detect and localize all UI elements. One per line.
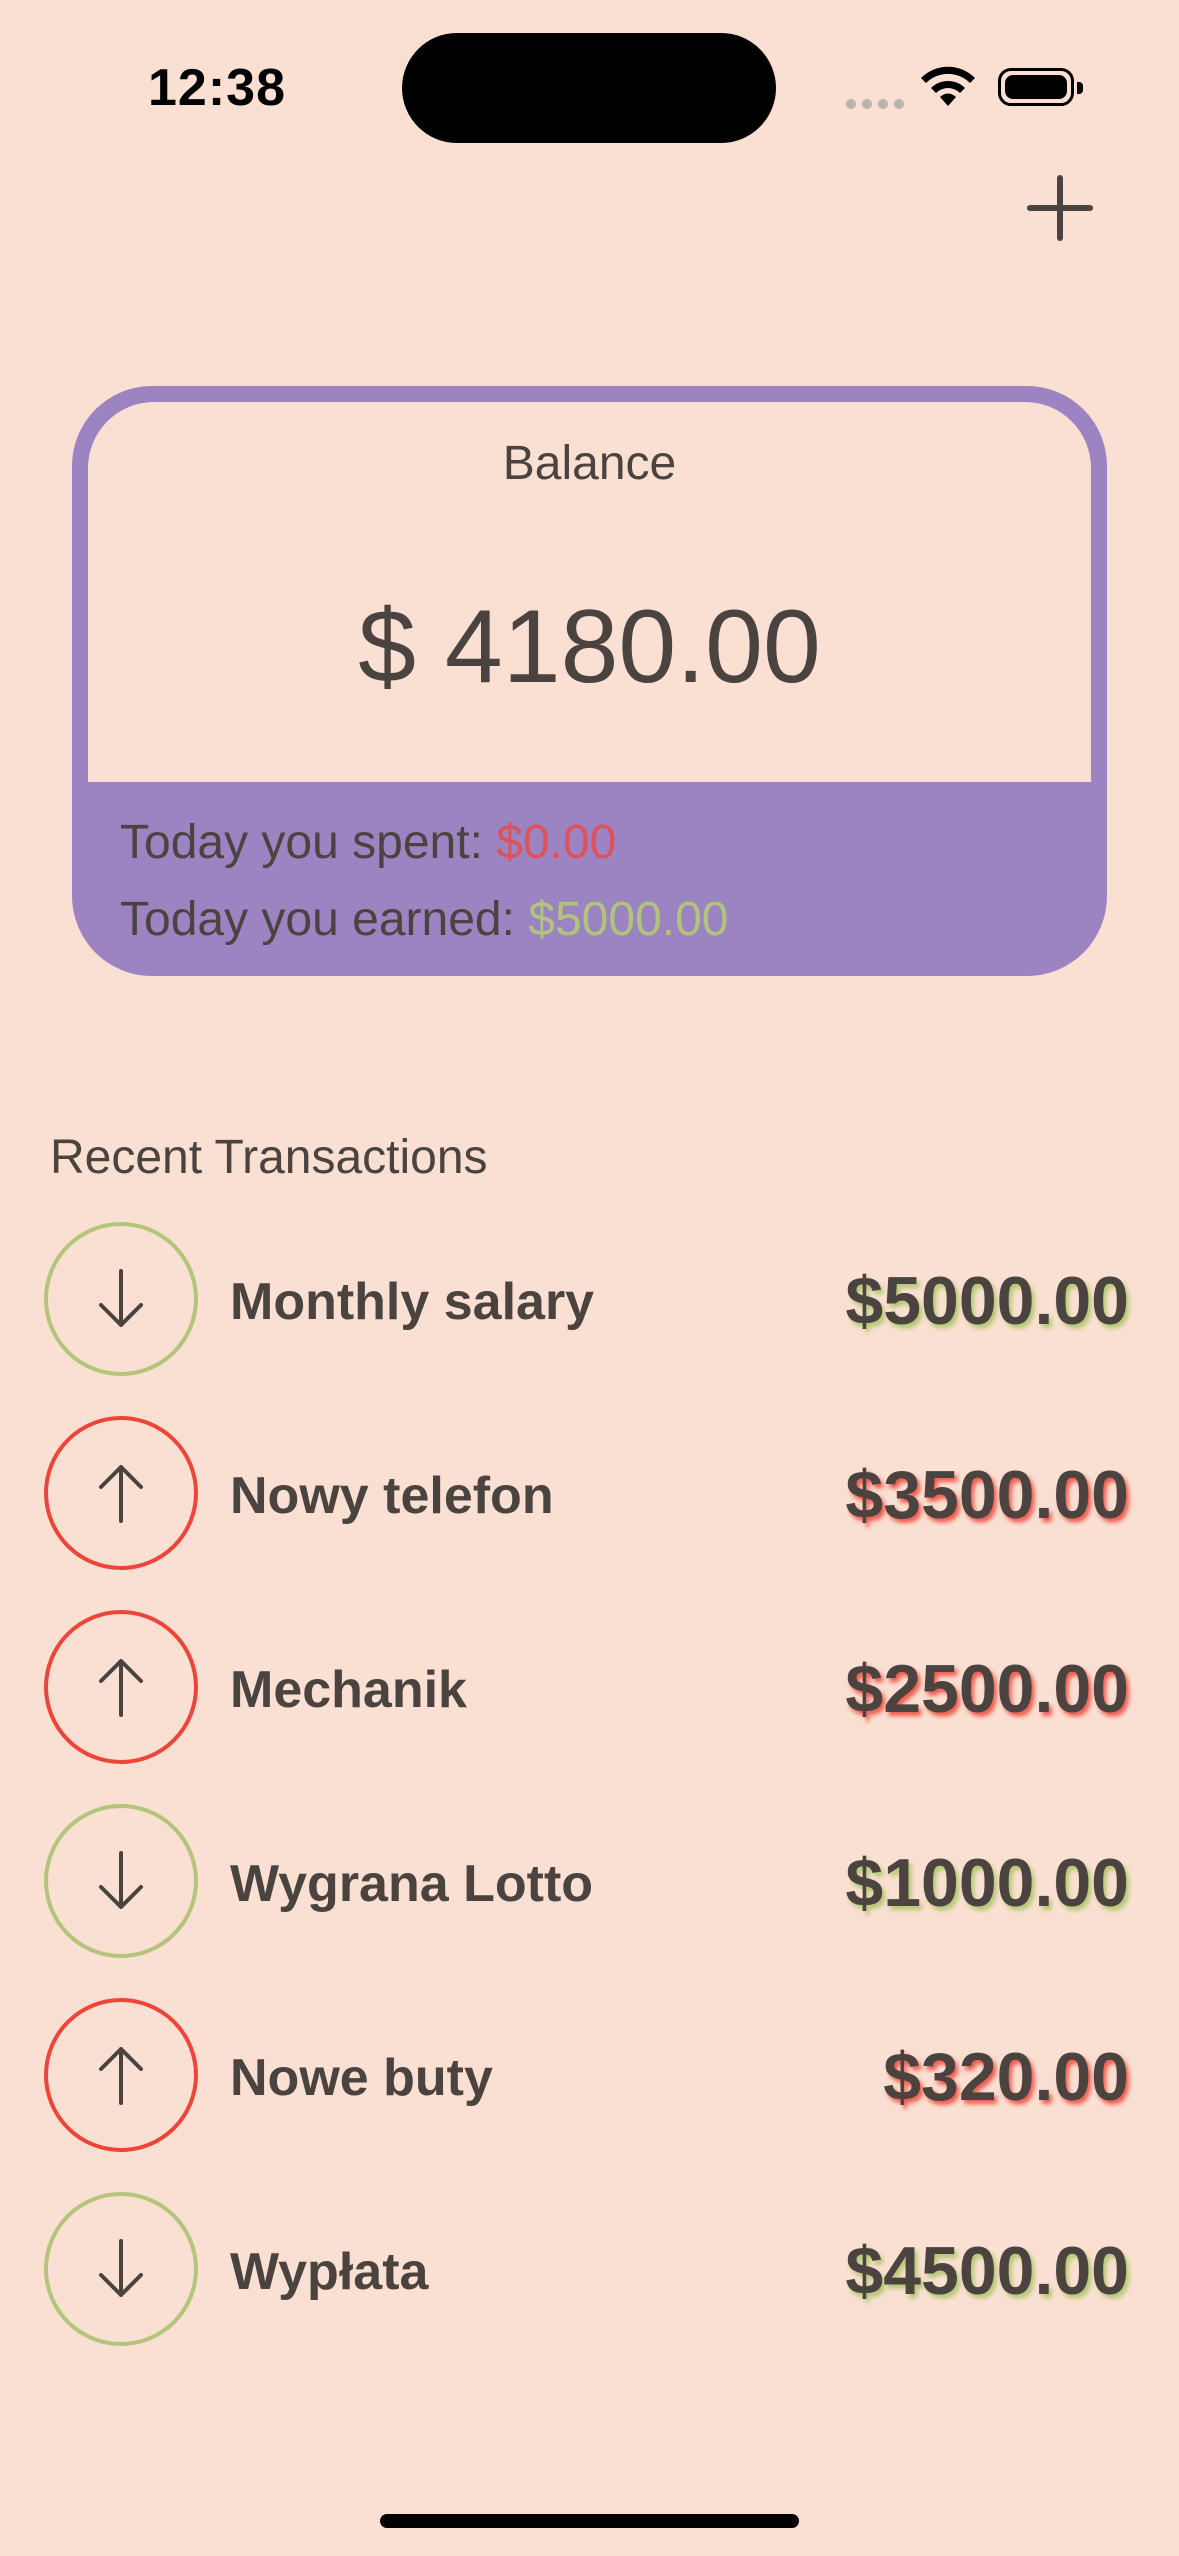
add-transaction-button[interactable] [1022,170,1098,246]
transaction-direction-badge [44,1804,198,1958]
transaction-name: Monthly salary [230,1273,595,1331]
transaction-direction-badge [44,2192,198,2346]
today-spent-label: Today you spent: [120,816,497,869]
status-bar: 12:38 [0,0,1179,170]
transaction-direction-badge [44,1610,198,1764]
transaction-amount: $3500.00 [845,1457,1129,1533]
today-spent: Today you spent: $0.00 [120,815,616,870]
transaction-row[interactable]: Wypłata $4500.00 [0,2192,1179,2352]
today-spent-value: $0.00 [496,816,617,869]
transaction-direction-badge [44,1416,198,1570]
transaction-name: Nowy telefon [230,1467,554,1525]
balance-amount: $ 4180.00 [358,589,821,705]
plus-icon [1027,175,1093,241]
transaction-name: Wygrana Lotto [230,1855,594,1913]
arrow-down-icon [99,1269,143,1327]
transaction-direction-badge [44,1998,198,2152]
transaction-amount: $320.00 [883,2039,1129,2115]
transaction-amount: $5000.00 [845,1263,1129,1339]
arrow-up-icon [99,1465,143,1523]
wifi-icon [921,66,975,106]
transaction-amount: $1000.00 [845,1845,1129,1921]
balance-label: Balance [502,437,677,490]
transaction-name: Wypłata [230,2243,429,2301]
today-earned-value: $5000.00 [528,893,729,946]
transaction-amount: $2500.00 [845,1651,1129,1727]
battery-icon [998,68,1083,106]
arrow-down-icon [99,2239,143,2297]
transaction-row[interactable]: Nowy telefon $3500.00 [0,1416,1179,1576]
transaction-name: Mechanik [230,1661,467,1719]
arrow-up-icon [99,1659,143,1717]
home-indicator[interactable] [380,2514,799,2528]
status-time: 12:38 [148,59,286,117]
transaction-row[interactable]: Nowe buty $320.00 [0,1998,1179,2158]
transaction-direction-badge [44,1222,198,1376]
transaction-row[interactable]: Wygrana Lotto $1000.00 [0,1804,1179,1964]
arrow-down-icon [99,1851,143,1909]
transaction-name: Nowe buty [230,2049,493,2107]
cellular-signal-icon [846,96,910,114]
today-earned: Today you earned: $5000.00 [120,892,728,947]
transaction-amount: $4500.00 [845,2233,1129,2309]
dynamic-island [402,33,776,143]
transaction-row[interactable]: Mechanik $2500.00 [0,1610,1179,1770]
arrow-up-icon [99,2047,143,2105]
recent-transactions-title: Recent Transactions [50,1131,488,1184]
today-earned-label: Today you earned: [120,893,529,946]
transaction-row[interactable]: Monthly salary $5000.00 [0,1222,1179,1382]
